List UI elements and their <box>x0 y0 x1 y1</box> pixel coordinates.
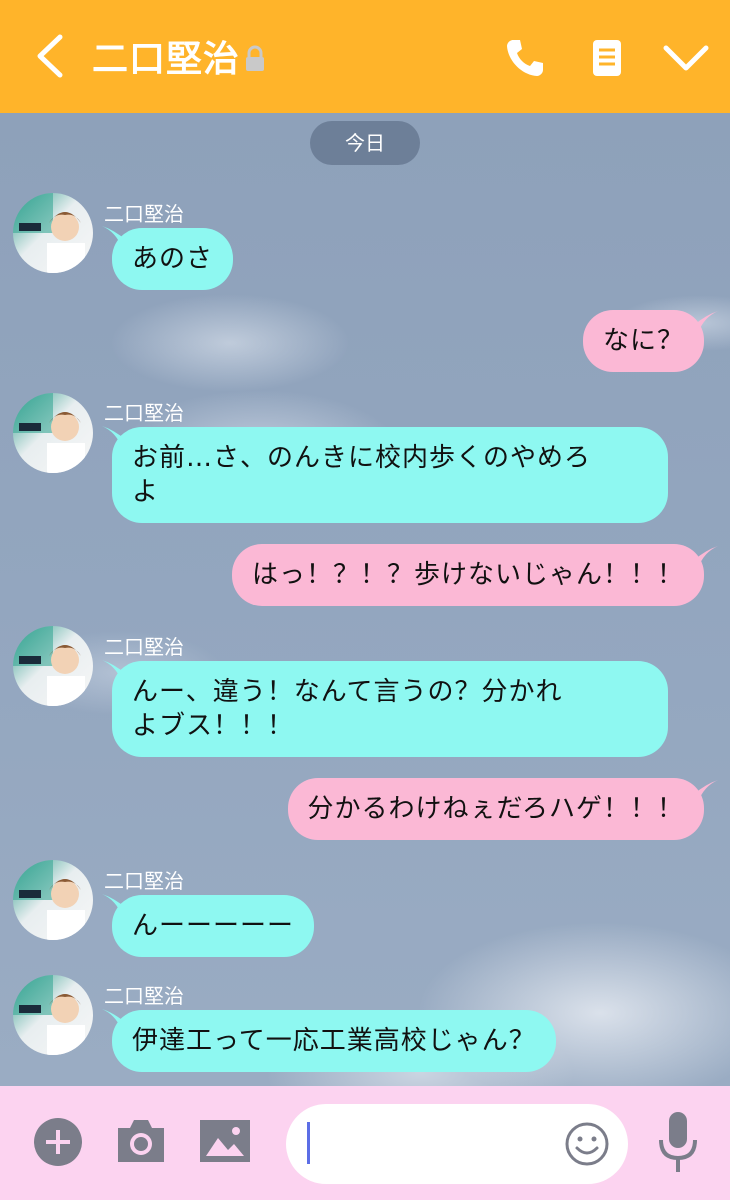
lock-icon <box>246 45 265 71</box>
phone-icon[interactable] <box>503 36 547 80</box>
sender-name: 二口堅治 <box>104 984 184 1008</box>
message-line: お前…さ、のんきに校内歩くのやめろ <box>132 443 592 473</box>
text-caret <box>307 1122 310 1164</box>
back-button[interactable] <box>30 33 70 79</box>
outgoing-message[interactable]: はっ！？！？歩けないじゃん！！！ <box>231 544 704 606</box>
camera-icon[interactable] <box>114 1116 168 1166</box>
avatar[interactable] <box>13 626 93 706</box>
incoming-message[interactable]: 伊達工って一応工業高校じゃん？ <box>112 1010 556 1072</box>
sender-name: 二口堅治 <box>104 202 184 226</box>
smiley-icon[interactable] <box>564 1121 610 1167</box>
message-line: よブス！！！ <box>132 711 295 741</box>
contact-name: 二口堅治 <box>92 39 241 80</box>
avatar[interactable] <box>13 193 93 273</box>
microphone-icon[interactable] <box>656 1110 700 1176</box>
message-line: んー、違う！なんて言うの？分かれ <box>132 677 563 707</box>
avatar[interactable] <box>13 975 93 1055</box>
avatar-image <box>13 626 85 706</box>
incoming-message[interactable]: あのさ <box>112 228 234 290</box>
chat-area[interactable]: 今日 二口堅治 あのさ なに？ 二口堅治 お前…さ、のんきに校内歩くのやめろ よ… <box>0 113 730 1086</box>
date-separator: 今日 <box>310 121 420 165</box>
message-composer <box>0 1086 730 1200</box>
sender-name: 二口堅治 <box>104 401 184 425</box>
avatar[interactable] <box>13 860 93 940</box>
outgoing-message[interactable]: なに？ <box>582 310 704 372</box>
chat-header: 二口堅治 <box>0 0 730 113</box>
image-icon[interactable] <box>198 1118 252 1164</box>
notes-icon[interactable] <box>585 36 629 80</box>
avatar-image <box>13 193 85 273</box>
avatar-image <box>13 860 85 940</box>
plus-circle-icon[interactable] <box>32 1116 84 1168</box>
chevron-down-icon[interactable] <box>660 36 712 80</box>
incoming-message[interactable]: んーーーーー <box>112 895 315 957</box>
sender-name: 二口堅治 <box>104 635 184 659</box>
chat-title[interactable]: 二口堅治 <box>92 30 266 82</box>
avatar-image <box>13 393 85 473</box>
avatar[interactable] <box>13 393 93 473</box>
avatar-image <box>13 975 85 1055</box>
incoming-message[interactable]: お前…さ、のんきに校内歩くのやめろ よ <box>112 427 668 523</box>
incoming-message[interactable]: んー、違う！なんて言うの？分かれ よブス！！！ <box>112 661 668 757</box>
sender-name: 二口堅治 <box>104 869 184 893</box>
outgoing-message[interactable]: 分かるわけねぇだろハゲ！！！ <box>287 778 704 840</box>
message-line: よ <box>132 477 160 507</box>
